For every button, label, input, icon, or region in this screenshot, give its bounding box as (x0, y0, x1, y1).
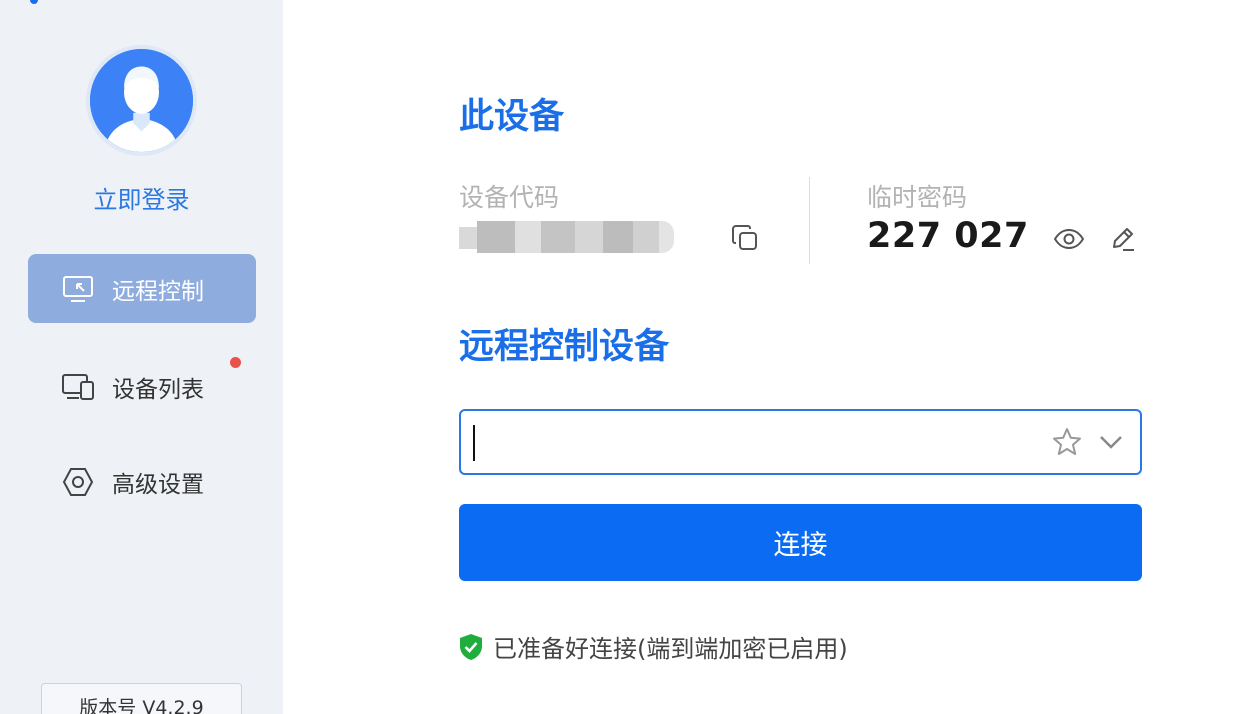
nav-item-remote-control[interactable]: 远程控制 (28, 254, 256, 323)
login-link[interactable]: 立即登录 (0, 180, 283, 215)
notification-badge (230, 357, 241, 368)
device-code-value-redacted (459, 221, 674, 255)
this-device-title: 此设备 (459, 97, 565, 137)
version-label: 版本号 V4.2.9 (41, 683, 242, 714)
temp-password-label: 临时密码 (867, 183, 968, 212)
divider (809, 177, 810, 264)
hexagon-settings-icon (61, 465, 95, 499)
monitor-remote-icon (61, 272, 95, 306)
remote-control-title: 远程控制设备 (459, 327, 670, 367)
device-code-label: 设备代码 (459, 183, 560, 212)
device-id-input[interactable] (473, 423, 1033, 463)
nav-item-advanced-settings[interactable]: 高级设置 (28, 447, 256, 516)
main-panel: 此设备 设备代码 临时密码 227 027 远程控制设备 连接 已准备好连接(端… (283, 0, 1239, 714)
chevron-down-icon[interactable] (1094, 425, 1128, 459)
sidebar: 立即登录 远程控制 设备列表 高级设置 版本号 V4.2.9 (0, 0, 283, 714)
connection-status: 已准备好连接(端到端加密已启用) (459, 629, 848, 664)
copy-icon[interactable] (728, 221, 762, 255)
status-text: 已准备好连接(端到端加密已启用) (493, 635, 848, 663)
star-icon[interactable] (1050, 425, 1084, 459)
nav-item-device-list[interactable]: 设备列表 (28, 352, 256, 421)
connect-button[interactable]: 连接 (459, 504, 1142, 581)
shield-check-icon (460, 633, 482, 660)
nav-label-remote-control: 远程控制 (112, 278, 204, 305)
eye-icon[interactable] (1052, 222, 1086, 256)
edit-pencil-icon[interactable] (1106, 222, 1140, 256)
nav-label-advanced-settings: 高级设置 (112, 471, 204, 498)
user-silhouette-icon (90, 49, 193, 152)
nav-label-device-list: 设备列表 (112, 376, 204, 403)
app-window: 立即登录 远程控制 设备列表 高级设置 版本号 V4.2.9 此设备 设备代码 … (0, 0, 1239, 714)
avatar[interactable] (86, 45, 197, 156)
device-id-input-box[interactable] (459, 409, 1142, 475)
temp-password-value: 227 027 (867, 216, 1029, 256)
window-edge-mark (30, 0, 38, 4)
devices-icon (61, 370, 95, 404)
text-caret (473, 425, 475, 461)
